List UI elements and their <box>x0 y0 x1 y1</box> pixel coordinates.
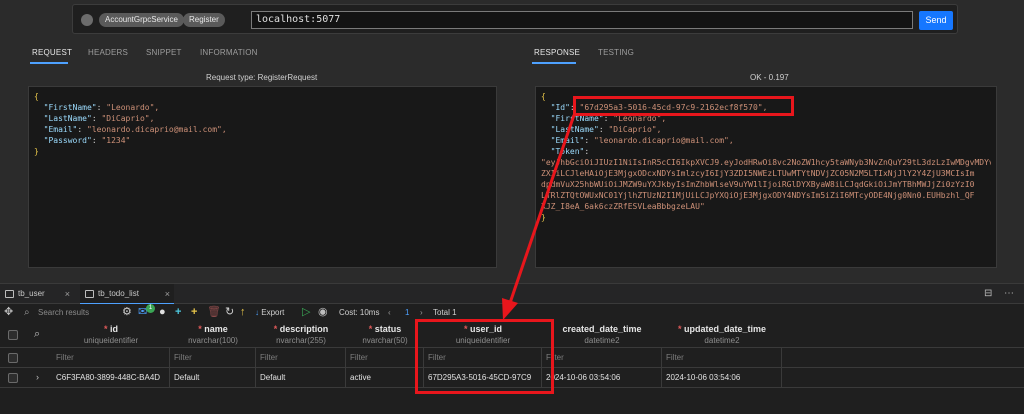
token-line: LTRlZTQtOWUxNC01YjlhZTUzN2I1MjUiLCJpYXQi… <box>541 191 975 200</box>
url-input[interactable]: localhost:5077 <box>251 11 913 29</box>
move-icon[interactable]: ✥ <box>4 306 13 319</box>
json-key: "Email" <box>550 136 585 145</box>
active-tab-indicator <box>30 62 68 64</box>
response-status-caption: OK - 0.197 <box>750 73 789 82</box>
github-icon[interactable]: ● <box>159 306 166 319</box>
json-key: "LastName" <box>43 114 92 123</box>
eye-icon[interactable]: ◉ <box>318 306 328 319</box>
cell-created-date-time[interactable]: 2024-10-06 03:54:06 <box>542 368 662 388</box>
cost-label: Cost: 10ms <box>339 308 380 317</box>
json-brace: { <box>34 92 39 101</box>
token-line: "eyJhbGciOiJIUzI1NiIsInR5cCI6IkpXVCJ9.ey… <box>541 158 991 167</box>
add-row-icon[interactable]: + <box>175 306 181 319</box>
json-value: "leonardo.dicaprio@mail.com", <box>594 136 734 145</box>
column-header-description[interactable]: * description nvarchar(255) <box>256 323 346 346</box>
request-editor[interactable]: { "FirstName": "Leonardo", "LastName": "… <box>28 86 497 268</box>
page-number[interactable]: 1 <box>405 307 409 319</box>
json-key: "Token" <box>550 147 585 156</box>
run-icon[interactable]: ▷ <box>302 306 310 319</box>
row-checkbox[interactable] <box>8 373 18 383</box>
doc-tab-tb-todo-list[interactable]: tb_todo_list × <box>80 284 174 304</box>
cell-description[interactable]: Default <box>256 368 346 388</box>
delete-icon[interactable]: 🗑 <box>207 306 221 319</box>
filter-input-id[interactable]: Filter <box>52 348 170 368</box>
token-line: XJZ_I8eA_6ak6czZRfESVLeaBbbgzeLAU" <box>541 202 705 211</box>
column-header-name[interactable]: * name nvarchar(100) <box>170 323 256 346</box>
cell-updated-date-time[interactable]: 2024-10-06 03:54:06 <box>662 368 782 388</box>
tab-request[interactable]: REQUEST <box>32 48 72 57</box>
json-value: "leonardo.dicaprio@mail.com", <box>87 125 227 134</box>
tab-headers[interactable]: HEADERS <box>88 48 128 57</box>
json-key: "Id" <box>550 103 570 112</box>
cell-status[interactable]: active <box>346 368 424 388</box>
search-icon: ⌕ <box>24 307 30 318</box>
filter-input-description[interactable]: Filter <box>256 348 346 368</box>
request-panel: AccountGrpcService Register localhost:50… <box>0 0 1024 283</box>
table-icon <box>5 290 14 298</box>
service-pill[interactable]: AccountGrpcService <box>99 13 184 27</box>
json-key: "FirstName" <box>43 103 97 112</box>
token-line: dpdmVuX25hbWUiOiJMZW9uYXJkbyIsImZhbWlseV… <box>541 180 975 189</box>
notification-badge: 1 <box>146 304 155 313</box>
gear-icon[interactable]: ⚙ <box>122 306 132 319</box>
insert-icon[interactable]: + <box>191 306 197 319</box>
json-brace: { <box>541 92 546 101</box>
filter-input-name[interactable]: Filter <box>170 348 256 368</box>
json-value: "DiCaprio", <box>101 114 155 123</box>
filter-input-updated-date-time[interactable]: Filter <box>662 348 782 368</box>
total-label: Total 1 <box>433 308 457 317</box>
column-header-status[interactable]: * status nvarchar(50) <box>346 323 424 346</box>
method-pill[interactable]: Register <box>183 13 225 27</box>
filter-input-created-date-time[interactable]: Filter <box>542 348 662 368</box>
filter-input-status[interactable]: Filter <box>346 348 424 368</box>
json-key: "Password" <box>43 136 92 145</box>
tab-snippet[interactable]: SNIPPET <box>146 48 182 57</box>
json-key: "Email" <box>43 125 78 134</box>
search-icon[interactable]: ⌕ <box>34 328 40 341</box>
active-tab-indicator <box>532 62 576 64</box>
json-value: "DiCaprio", <box>608 125 662 134</box>
doc-tab-label: tb_user <box>18 289 45 298</box>
doc-tab-tb-user[interactable]: tb_user × <box>0 284 74 304</box>
tab-testing[interactable]: TESTING <box>598 48 634 57</box>
document-tabs: tb_user × tb_todo_list × ⊟ ⋯ <box>0 284 1024 304</box>
send-button[interactable]: Send <box>919 11 953 30</box>
column-header-created-date-time[interactable]: created_date_time datetime2 <box>542 323 662 346</box>
cell-name[interactable]: Default <box>170 368 256 388</box>
id-highlight-box <box>573 96 794 116</box>
json-value: "Leonardo", <box>106 103 160 112</box>
refresh-icon[interactable]: ↻ <box>225 306 234 319</box>
close-icon[interactable]: × <box>165 284 170 304</box>
tab-information[interactable]: INFORMATION <box>200 48 258 57</box>
request-type-caption: Request type: RegisterRequest <box>206 73 318 82</box>
layout-icon[interactable]: ⊟ <box>984 287 992 300</box>
commit-icon[interactable]: ↑ <box>240 306 246 319</box>
token-line: ZXIiLCJleHAiOjE3MjgxODcxNDYsImlzcyI6IjY3… <box>541 169 975 178</box>
close-icon[interactable]: × <box>65 284 70 304</box>
next-page-icon[interactable]: › <box>420 307 423 319</box>
token-value: "eyJhbGciOiJIUzI1NiIsInR5cCI6IkpXVCJ9.ey… <box>541 157 991 223</box>
row-checkbox[interactable] <box>8 353 18 363</box>
tab-response[interactable]: RESPONSE <box>534 48 580 57</box>
request-json: { "FirstName": "Leonardo", "LastName": "… <box>34 92 227 156</box>
request-bar: AccountGrpcService Register localhost:50… <box>72 4 958 34</box>
prev-page-icon[interactable]: ‹ <box>388 307 391 319</box>
table-icon <box>85 290 94 298</box>
export-button[interactable]: ↓ Export <box>255 307 284 319</box>
status-dot-icon <box>81 14 93 26</box>
json-key: "LastName" <box>550 125 599 134</box>
cell-id[interactable]: C6F3FA80-3899-448C-BA4D <box>52 368 170 388</box>
doc-tab-label: tb_todo_list <box>98 289 139 298</box>
expand-row-icon[interactable]: › <box>36 372 39 382</box>
select-all-checkbox[interactable] <box>8 330 18 340</box>
column-header-id[interactable]: * id uniqueidentifier <box>52 323 170 346</box>
json-brace: } <box>34 147 39 156</box>
search-results-input[interactable]: ⌕ Search results <box>20 306 116 319</box>
user-id-highlight-box <box>415 319 554 394</box>
download-icon: ↓ <box>255 308 259 317</box>
json-value: "1234" <box>101 136 131 145</box>
more-icon[interactable]: ⋯ <box>1004 287 1014 300</box>
column-header-updated-date-time[interactable]: * updated_date_time datetime2 <box>662 323 782 346</box>
json-brace: } <box>541 213 546 222</box>
